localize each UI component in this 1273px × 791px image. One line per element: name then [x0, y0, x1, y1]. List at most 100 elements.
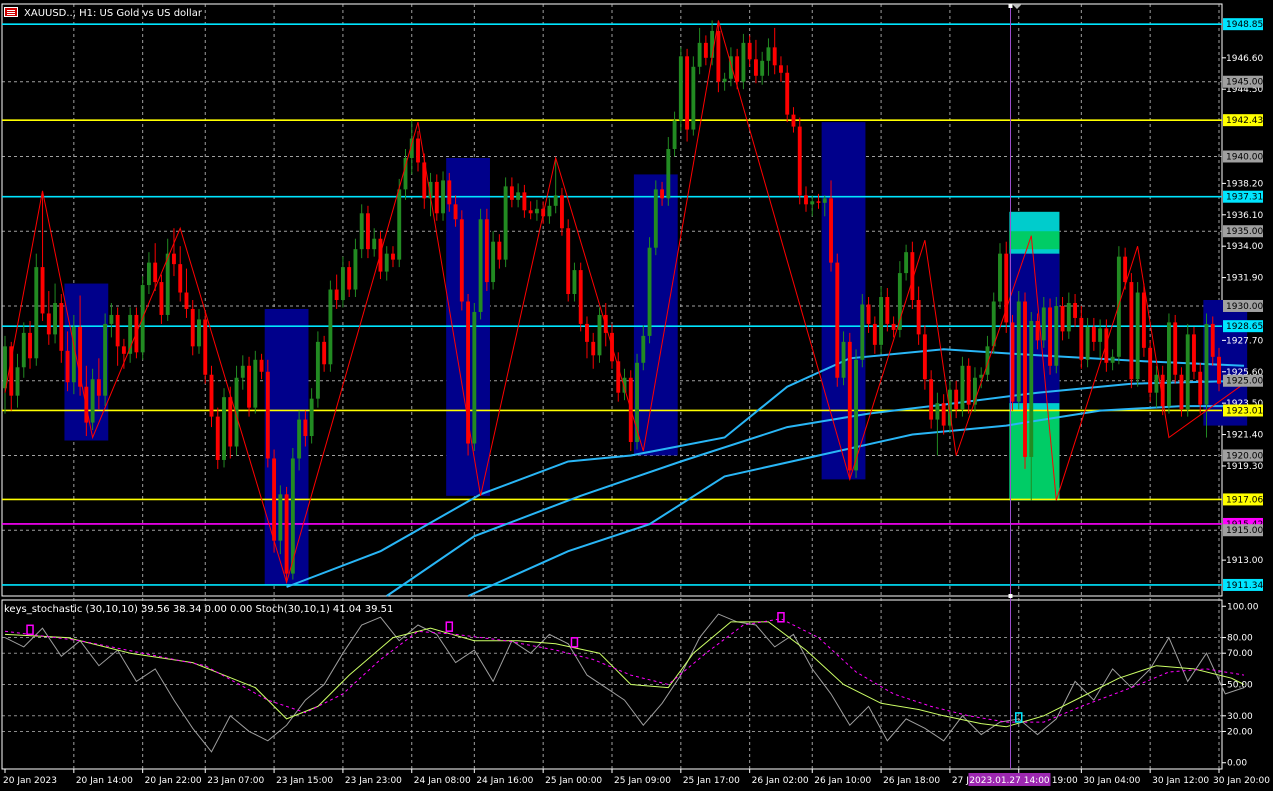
candle-body: [522, 192, 527, 211]
candle-body: [240, 365, 245, 378]
price-level-label: 1911.34: [1226, 581, 1263, 591]
candle-body: [272, 458, 277, 541]
candle-body: [1141, 292, 1146, 348]
time-tick-label: 23 Jan 15:00: [276, 776, 333, 786]
candle-body: [53, 302, 58, 335]
candle-body: [1048, 307, 1052, 366]
candle-body: [1041, 307, 1046, 341]
candle-body: [697, 42, 702, 67]
candle-body: [578, 270, 583, 324]
price-level-label: 1940.00: [1226, 152, 1263, 162]
candle-body: [797, 126, 802, 196]
price-level-label: 1920.00: [1226, 451, 1263, 461]
price-tick-label: 1936.10: [1226, 211, 1263, 221]
candle-body: [28, 332, 32, 359]
candle-body: [284, 494, 289, 574]
candle-body: [929, 379, 934, 420]
candle-body: [103, 323, 108, 396]
stoch-arrow-marker: [445, 621, 454, 632]
time-tick-label: 24 Jan 16:00: [476, 776, 533, 786]
candle-body: [860, 304, 865, 360]
candle-body: [1016, 301, 1021, 402]
price-level-label: 1948.85: [1226, 20, 1263, 30]
candle-body: [353, 249, 358, 290]
candle-body: [585, 323, 589, 342]
candle-body: [334, 289, 339, 300]
candle-body: [591, 341, 596, 356]
candle-body: [660, 189, 665, 199]
candle-body: [34, 267, 39, 359]
candle-body: [703, 42, 708, 58]
candle-body: [1204, 323, 1209, 405]
time-axis: 20 Jan 2023 20 Jan 14:00 20 Jan 22:00 23 Ja…: [3, 769, 1270, 786]
candle-body: [434, 181, 439, 214]
candle-body: [184, 292, 189, 309]
chart-shift-marker: [1012, 4, 1022, 9]
candle-body: [253, 359, 258, 408]
candle-body: [340, 267, 345, 300]
moving-averages: [286, 348, 1245, 597]
candle-body: [1073, 302, 1078, 318]
candle-body: [804, 195, 808, 205]
candle-body: [203, 319, 208, 375]
candle-body: [1010, 322, 1015, 402]
candle-body: [1054, 305, 1059, 366]
candle-body: [1135, 292, 1140, 380]
candle-body: [553, 195, 558, 206]
crosshair-bottom-handle: [1008, 594, 1013, 598]
stoch-tick-label: 70.00: [1227, 649, 1253, 659]
time-tick-label: 26 Jan 10:00: [814, 776, 871, 786]
candle-body: [209, 374, 214, 417]
candle-body: [259, 359, 264, 372]
candle-body: [791, 114, 796, 127]
time-tick-label: 23 Jan 23:00: [345, 776, 402, 786]
candle-body: [1091, 326, 1096, 342]
price-tick-label: 1921.40: [1226, 431, 1263, 441]
candle-body: [222, 397, 226, 460]
candle-body: [935, 403, 940, 420]
candle-body: [459, 219, 464, 302]
candle-body: [1104, 328, 1109, 363]
candle-body: [1210, 323, 1215, 357]
symbol-title: XAUUSD.., H1: US Gold vs US dollar: [24, 8, 202, 19]
candle-body: [885, 297, 890, 324]
price-tick-label: 1934.00: [1226, 242, 1263, 252]
candle-body: [1198, 371, 1203, 405]
candle-body: [653, 189, 658, 248]
candle-body: [303, 419, 308, 437]
stoch-tick-label: 80.00: [1227, 634, 1253, 644]
candle-body: [779, 65, 783, 73]
price-level-label: 1930.00: [1226, 302, 1263, 312]
candle-body: [391, 253, 395, 260]
candle-body: [178, 264, 183, 293]
candle-body: [1129, 282, 1134, 380]
candle-body: [15, 367, 20, 396]
chart-menu-icon[interactable]: [4, 7, 18, 17]
candle-body: [121, 346, 126, 354]
candle-body: [441, 180, 445, 214]
candle-body: [90, 379, 95, 423]
price-level-label: 1923.01: [1226, 406, 1263, 416]
time-tick-label: 20 Jan 14:00: [76, 776, 133, 786]
candle-body: [597, 314, 602, 356]
candle-body: [841, 341, 846, 378]
candle-body: [691, 66, 696, 130]
candle-body: [146, 262, 151, 286]
candle-body: [1029, 320, 1034, 457]
candle-body: [190, 308, 195, 347]
candle-body: [572, 270, 577, 295]
stoch-arrow-marker: [26, 624, 34, 636]
time-tick-label: 24 Jan 08:00: [414, 776, 471, 786]
candle-body: [678, 56, 683, 121]
crosshair-top-handle: [1008, 4, 1013, 8]
stoch-tick-label: 100.00: [1227, 602, 1259, 612]
candle-body: [916, 300, 921, 335]
candle-body: [197, 319, 201, 347]
price-chart[interactable]: 1946.601944.501938.201936.101934.001931.…: [0, 0, 1273, 791]
candle-body: [1179, 374, 1184, 410]
time-tick-label: 20 Jan 22:00: [145, 776, 202, 786]
candle-body: [397, 189, 402, 260]
candle-body: [954, 389, 959, 410]
candle-body: [516, 192, 521, 200]
price-level-label: 1942.43: [1226, 116, 1263, 126]
